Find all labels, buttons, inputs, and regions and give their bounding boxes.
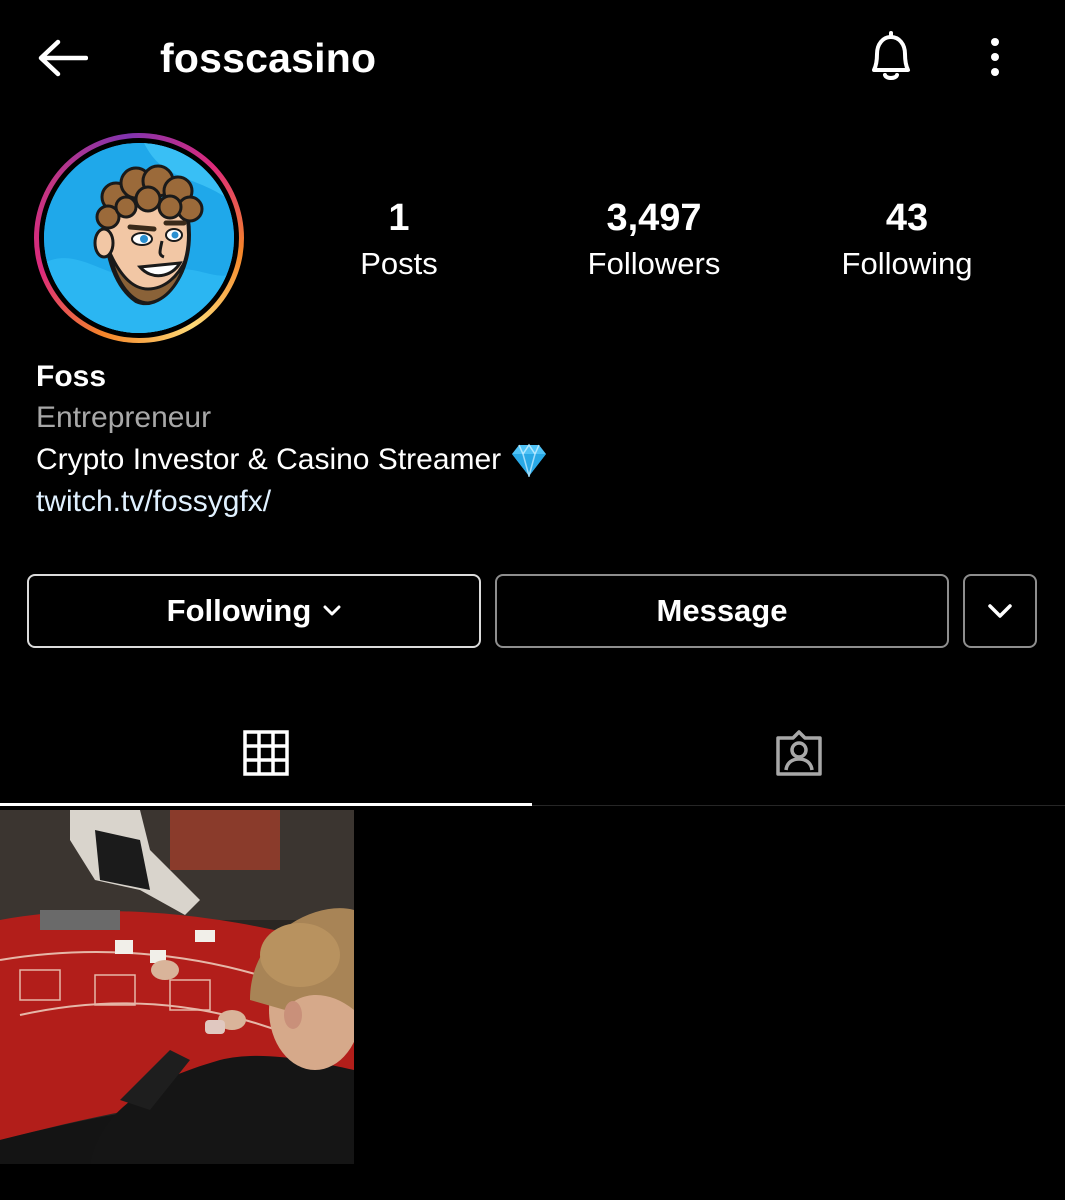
following-button[interactable]: Following [27,574,481,648]
notifications-button[interactable] [860,26,922,88]
more-vertical-icon [991,38,999,76]
tab-divider [532,805,1065,806]
following-label: Following [841,246,973,281]
profile-link[interactable]: twitch.tv/fossygfx/ [36,482,271,522]
followers-count[interactable]: 3,497 Followers [544,192,764,284]
chevron-down-icon [323,605,341,616]
gem-icon [512,443,547,477]
following-button-label: Following [166,593,312,628]
tab-posts-grid[interactable] [0,700,532,806]
grid-icon [243,730,289,776]
profile-avatar[interactable] [34,133,244,343]
suggested-accounts-button[interactable] [963,574,1037,648]
posts-value: 1 [388,197,410,239]
following-value: 43 [885,197,929,239]
posts-label: Posts [360,246,438,281]
bio-text: Crypto Investor & Casino Streamer [36,440,547,480]
bell-icon [872,31,910,80]
tagged-person-icon [776,730,822,776]
following-count[interactable]: 43 Following [797,192,1017,284]
posts-count[interactable]: 1 Posts [289,192,509,284]
arrow-left-icon [38,39,88,77]
profile-username: fosscasino [160,35,377,81]
followers-label: Followers [587,246,721,281]
post-thumbnail[interactable] [0,810,354,1164]
chevron-down-icon [988,604,1012,618]
message-button-label: Message [656,593,788,628]
back-button[interactable] [30,30,94,86]
active-tab-indicator [0,803,532,806]
avatar-image [44,143,234,333]
more-options-button[interactable] [972,26,1018,88]
tab-tagged[interactable] [533,700,1065,806]
followers-value: 3,497 [606,197,702,239]
bio-line: Crypto Investor & Casino Streamer [36,443,502,476]
display-name: Foss [36,360,107,393]
profile-category: Entrepreneur [36,401,212,434]
message-button[interactable]: Message [495,574,949,648]
